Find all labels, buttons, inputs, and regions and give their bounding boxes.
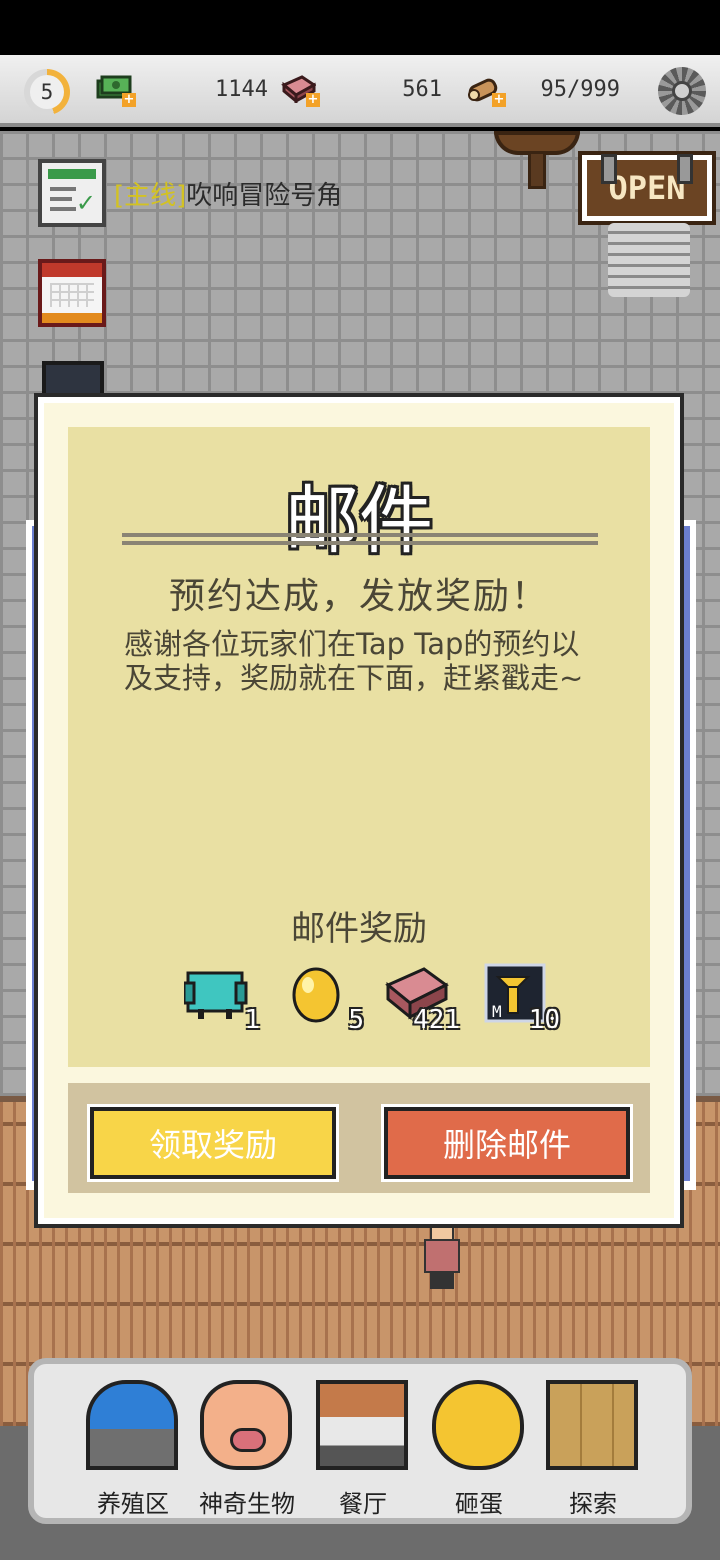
open-sign-label: OPEN bbox=[608, 169, 686, 207]
delete-mail-button[interactable]: 删除邮件 bbox=[381, 1104, 633, 1182]
nav-smash-egg[interactable]: 砸蛋 bbox=[424, 1380, 534, 1520]
golden-egg-icon[interactable]: 5 bbox=[288, 963, 364, 1035]
mail-button-area: 领取奖励 删除邮件 bbox=[68, 1083, 650, 1193]
level-ring[interactable]: 5 bbox=[24, 69, 70, 115]
reward-title: 邮件奖励 bbox=[291, 909, 427, 949]
stats-chart-icon[interactable] bbox=[42, 361, 104, 401]
egg-icon bbox=[432, 1380, 524, 1470]
reward-count: 1 bbox=[244, 1005, 260, 1035]
farm-building-icon bbox=[86, 1380, 178, 1470]
dialog-frame-right bbox=[678, 520, 696, 1190]
plate-stack bbox=[608, 223, 690, 297]
status-bar bbox=[0, 0, 720, 55]
add-wood-icon[interactable]: + bbox=[492, 93, 506, 107]
nav-creatures[interactable]: 神奇生物 bbox=[192, 1380, 302, 1520]
nav-label: 神奇生物 bbox=[199, 1490, 295, 1518]
reward-count: 10 bbox=[528, 1005, 560, 1035]
nav-label: 砸蛋 bbox=[455, 1490, 503, 1518]
cash-icon[interactable]: + bbox=[96, 73, 136, 107]
mail-dialog: 邮件 预约达成，发放奖励！ 感谢各位玩家们在Tap Tap的预约以及支持，奖励就… bbox=[34, 393, 684, 1228]
quest-text: 吹响冒险号角 bbox=[186, 181, 343, 211]
quest-list-icon[interactable]: ✓ bbox=[38, 159, 106, 227]
mail-subject: 预约达成，发放奖励！ bbox=[168, 576, 549, 617]
taptap-icon[interactable]: 1 bbox=[182, 963, 260, 1035]
nav-farm[interactable]: 养殖区 bbox=[78, 1380, 188, 1520]
restaurant-icon bbox=[316, 1380, 408, 1470]
add-cash-icon[interactable]: + bbox=[122, 93, 136, 107]
settings-gear-icon[interactable] bbox=[658, 67, 706, 115]
nav-label: 餐厅 bbox=[339, 1490, 387, 1518]
nav-explore[interactable]: 探索 bbox=[538, 1380, 648, 1520]
reward-count: 421 bbox=[413, 1005, 460, 1035]
resource-bar: 5 + 1144 + 561 + 95/999 bbox=[0, 55, 720, 127]
cash-value: 1144 bbox=[215, 77, 268, 102]
mail-title: 邮件 bbox=[285, 478, 433, 564]
map-icon bbox=[546, 1380, 638, 1470]
nav-label: 探索 bbox=[569, 1490, 617, 1518]
main-quest-label[interactable]: [主线]吹响冒险号角 bbox=[114, 175, 342, 212]
mail-content-panel: 邮件 预约达成，发放奖励！ 感谢各位玩家们在Tap Tap的预约以及支持，奖励就… bbox=[68, 427, 650, 1067]
wood-icon[interactable]: + bbox=[466, 73, 506, 107]
nav-restaurant[interactable]: 餐厅 bbox=[308, 1380, 418, 1520]
table-leg bbox=[528, 151, 546, 189]
claim-reward-button[interactable]: 领取奖励 bbox=[87, 1104, 339, 1182]
wood-value: 95/999 bbox=[540, 77, 620, 102]
calendar-icon[interactable] bbox=[38, 259, 106, 327]
meat-value: 561 bbox=[402, 77, 442, 102]
mail-body: 感谢各位玩家们在Tap Tap的预约以及支持，奖励就在下面，赶紧戳走~ bbox=[124, 627, 584, 695]
quest-tag: [主线] bbox=[114, 181, 187, 211]
speedup-icon[interactable]: M 10 bbox=[484, 963, 560, 1035]
add-meat-icon[interactable]: + bbox=[306, 93, 320, 107]
meat-icon[interactable]: 421 bbox=[384, 963, 460, 1035]
bottom-nav: 养殖区 神奇生物 餐厅 砸蛋 探索 bbox=[28, 1358, 692, 1524]
chef-character[interactable] bbox=[420, 1221, 464, 1291]
speedup-label: M bbox=[492, 1002, 502, 1021]
pig-creature-icon bbox=[200, 1380, 292, 1470]
reward-count: 5 bbox=[348, 1005, 364, 1035]
meat-icon[interactable]: + bbox=[280, 73, 320, 107]
title-divider bbox=[122, 533, 598, 545]
open-sign[interactable]: OPEN bbox=[578, 151, 716, 225]
nav-label: 养殖区 bbox=[97, 1490, 169, 1518]
level-number: 5 bbox=[30, 75, 64, 109]
